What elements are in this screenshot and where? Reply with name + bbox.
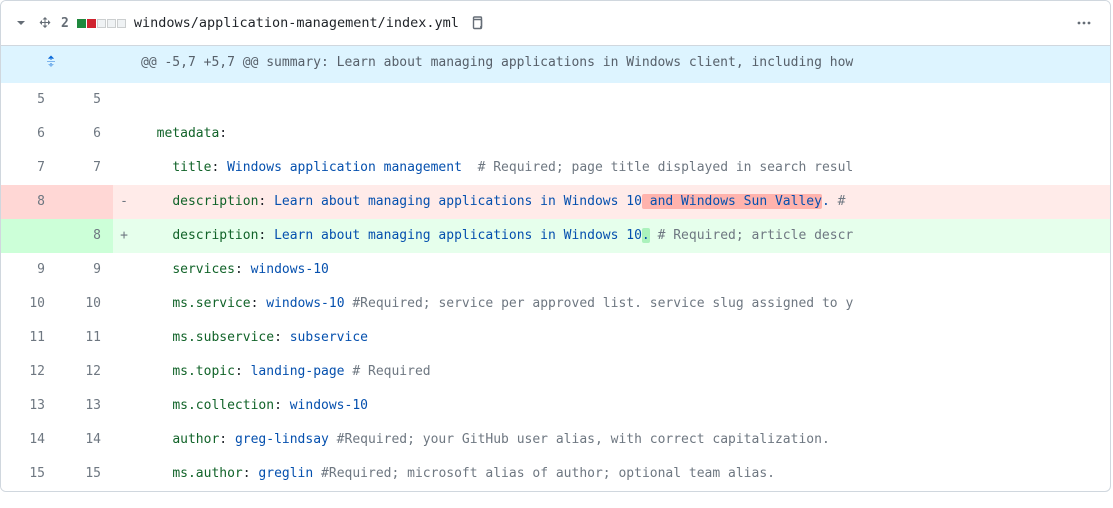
hunk-text: @@ -5,7 +5,7 @@ summary: Learn about man… — [135, 46, 1110, 83]
old-line-number[interactable]: 12 — [1, 355, 57, 389]
diff-line: 1313 ms.collection: windows-10 — [1, 389, 1110, 423]
drag-handle-icon[interactable] — [37, 15, 53, 31]
diff-line: 8+ description: Learn about managing app… — [1, 219, 1110, 253]
new-line-number[interactable]: 7 — [57, 151, 113, 185]
code-cell: ms.collection: windows-10 — [135, 389, 1110, 423]
diff-marker — [113, 423, 135, 457]
code-cell: ms.topic: landing-page # Required — [135, 355, 1110, 389]
new-line-number[interactable]: 14 — [57, 423, 113, 457]
diff-marker — [113, 355, 135, 389]
diff-line: 1010 ms.service: windows-10 #Required; s… — [1, 287, 1110, 321]
old-line-number[interactable]: 14 — [1, 423, 57, 457]
old-line-number[interactable]: 6 — [1, 117, 57, 151]
old-line-number[interactable]: 15 — [1, 457, 57, 491]
expand-hunk-button[interactable] — [1, 46, 113, 83]
diff-line: 66 metadata: — [1, 117, 1110, 151]
old-line-number[interactable]: 9 — [1, 253, 57, 287]
new-line-number[interactable]: 8 — [57, 219, 113, 253]
chevron-down-icon[interactable] — [13, 15, 29, 31]
old-line-number[interactable]: 7 — [1, 151, 57, 185]
new-line-number[interactable]: 12 — [57, 355, 113, 389]
diff-file-header: 2 windows/application-management/index.y… — [1, 1, 1110, 46]
file-path[interactable]: windows/application-management/index.yml — [134, 15, 459, 31]
diff-table: @@ -5,7 +5,7 @@ summary: Learn about man… — [1, 46, 1110, 491]
diff-line: 99 services: windows-10 — [1, 253, 1110, 287]
diff-marker — [113, 253, 135, 287]
diff-line: 1515 ms.author: greglin #Required; micro… — [1, 457, 1110, 491]
diff-marker — [113, 83, 135, 117]
hunk-header: @@ -5,7 +5,7 @@ summary: Learn about man… — [1, 46, 1110, 83]
change-count: 2 — [61, 16, 69, 31]
code-cell: ms.subservice: subservice — [135, 321, 1110, 355]
diff-line: 55 — [1, 83, 1110, 117]
diff-line: 77 title: Windows application management… — [1, 151, 1110, 185]
new-line-number[interactable]: 13 — [57, 389, 113, 423]
old-line-number[interactable] — [1, 219, 57, 253]
new-line-number[interactable]: 9 — [57, 253, 113, 287]
new-line-number[interactable] — [57, 185, 113, 219]
diff-line: 1414 author: greg-lindsay #Required; you… — [1, 423, 1110, 457]
new-line-number[interactable]: 5 — [57, 83, 113, 117]
old-line-number[interactable]: 10 — [1, 287, 57, 321]
diff-marker — [113, 117, 135, 151]
diff-marker: - — [113, 185, 135, 219]
diff-stat-squares — [77, 19, 126, 28]
code-cell: ms.author: greglin #Required; microsoft … — [135, 457, 1110, 491]
code-cell: description: Learn about managing applic… — [135, 219, 1110, 253]
new-line-number[interactable]: 6 — [57, 117, 113, 151]
code-cell — [135, 83, 1110, 117]
new-line-number[interactable]: 10 — [57, 287, 113, 321]
code-cell: author: greg-lindsay #Required; your Git… — [135, 423, 1110, 457]
diff-file: 2 windows/application-management/index.y… — [0, 0, 1111, 492]
diff-marker: + — [113, 219, 135, 253]
diff-marker — [113, 321, 135, 355]
diff-marker — [113, 287, 135, 321]
code-cell: title: Windows application management # … — [135, 151, 1110, 185]
diff-marker — [113, 457, 135, 491]
old-line-number[interactable]: 11 — [1, 321, 57, 355]
diff-marker — [113, 389, 135, 423]
diff-marker — [113, 151, 135, 185]
kebab-menu-icon[interactable] — [1070, 9, 1098, 37]
new-line-number[interactable]: 11 — [57, 321, 113, 355]
code-cell: services: windows-10 — [135, 253, 1110, 287]
diff-line: 1111 ms.subservice: subservice — [1, 321, 1110, 355]
new-line-number[interactable]: 15 — [57, 457, 113, 491]
old-line-number[interactable]: 13 — [1, 389, 57, 423]
copy-icon[interactable] — [467, 13, 487, 33]
old-line-number[interactable]: 5 — [1, 83, 57, 117]
code-cell: metadata: — [135, 117, 1110, 151]
diff-line: 1212 ms.topic: landing-page # Required — [1, 355, 1110, 389]
diff-line: 8 - description: Learn about managing app… — [1, 185, 1110, 219]
old-line-number[interactable]: 8 — [1, 185, 57, 219]
code-cell: description: Learn about managing applic… — [135, 185, 1110, 219]
code-cell: ms.service: windows-10 #Required; servic… — [135, 287, 1110, 321]
